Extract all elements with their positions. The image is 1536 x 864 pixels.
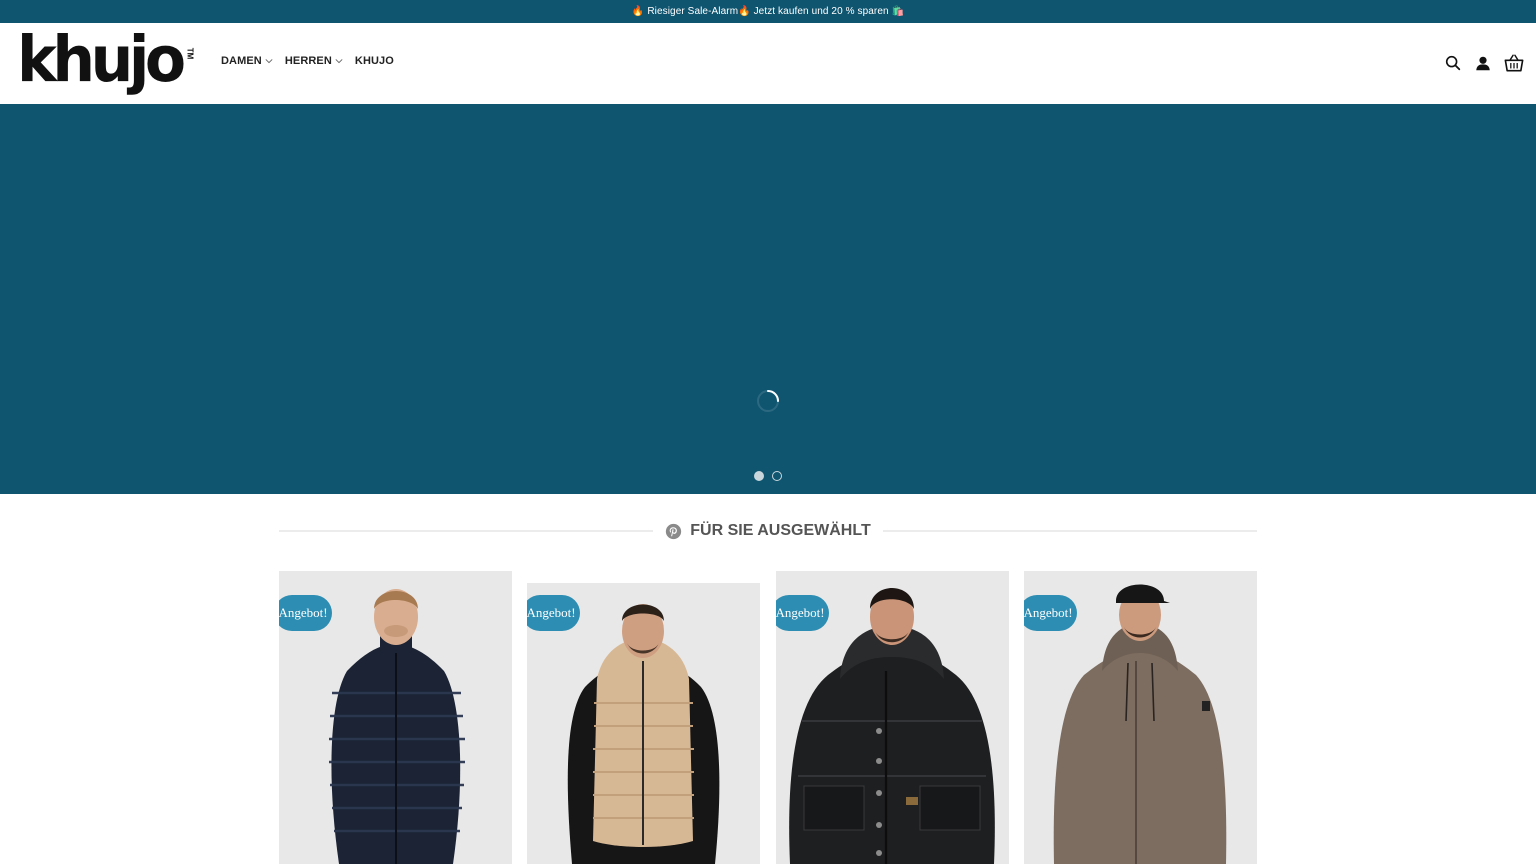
slider-dot-1[interactable]: [754, 471, 764, 481]
section-title-text: FÜR SIE AUSGEWÄHLT: [690, 522, 871, 539]
search-icon[interactable]: [1444, 54, 1462, 72]
sale-badge: Angebot!: [527, 595, 580, 631]
chevron-down-icon: [265, 59, 273, 64]
sale-badge: Angebot!: [279, 595, 332, 631]
cart-icon[interactable]: [1504, 53, 1524, 73]
account-icon[interactable]: [1474, 54, 1492, 72]
header-actions: [1444, 53, 1524, 73]
nav-item-damen[interactable]: DAMEN: [221, 55, 273, 67]
site-header: khujo TM DAMEN HERREN KHUJO: [0, 23, 1536, 104]
nav-item-herren[interactable]: HERREN: [285, 55, 343, 67]
logo-trademark: TM: [184, 47, 194, 60]
sale-badge: Angebot!: [776, 595, 829, 631]
pinterest-icon: [666, 523, 682, 539]
main-nav: DAMEN HERREN KHUJO: [221, 55, 394, 67]
hero-slider[interactable]: [0, 104, 1536, 494]
product-card[interactable]: Angebot!: [527, 583, 760, 864]
nav-label-herren: HERREN: [284, 55, 332, 67]
nav-label-khujo: KHUJO: [354, 55, 394, 67]
section-heading-label: FÜR SIE AUSGEWÄHLT: [653, 522, 882, 540]
product-grid: Angebot! Angebot! Angebot! Angebot!: [279, 571, 1257, 864]
loading-spinner-icon: [757, 390, 779, 412]
site-logo[interactable]: khujo TM: [17, 23, 195, 99]
product-card[interactable]: Angebot!: [1024, 571, 1257, 864]
product-card[interactable]: Angebot!: [279, 571, 512, 864]
slider-pagination: [754, 471, 782, 481]
logo-wordmark: khujo: [17, 23, 186, 97]
announcement-text: 🔥 Riesiger Sale-Alarm🔥 Jetzt kaufen und …: [631, 6, 905, 17]
product-card[interactable]: Angebot!: [776, 571, 1009, 864]
section-heading: FÜR SIE AUSGEWÄHLT: [279, 518, 1257, 544]
divider-line: [279, 530, 654, 532]
slider-dot-2[interactable]: [772, 471, 782, 481]
nav-label-damen: DAMEN: [221, 55, 262, 67]
announcement-bar: 🔥 Riesiger Sale-Alarm🔥 Jetzt kaufen und …: [0, 0, 1536, 23]
chevron-down-icon: [335, 59, 343, 64]
divider-line: [882, 530, 1257, 532]
sale-badge: Angebot!: [1024, 595, 1077, 631]
nav-item-khujo[interactable]: KHUJO: [355, 55, 394, 67]
